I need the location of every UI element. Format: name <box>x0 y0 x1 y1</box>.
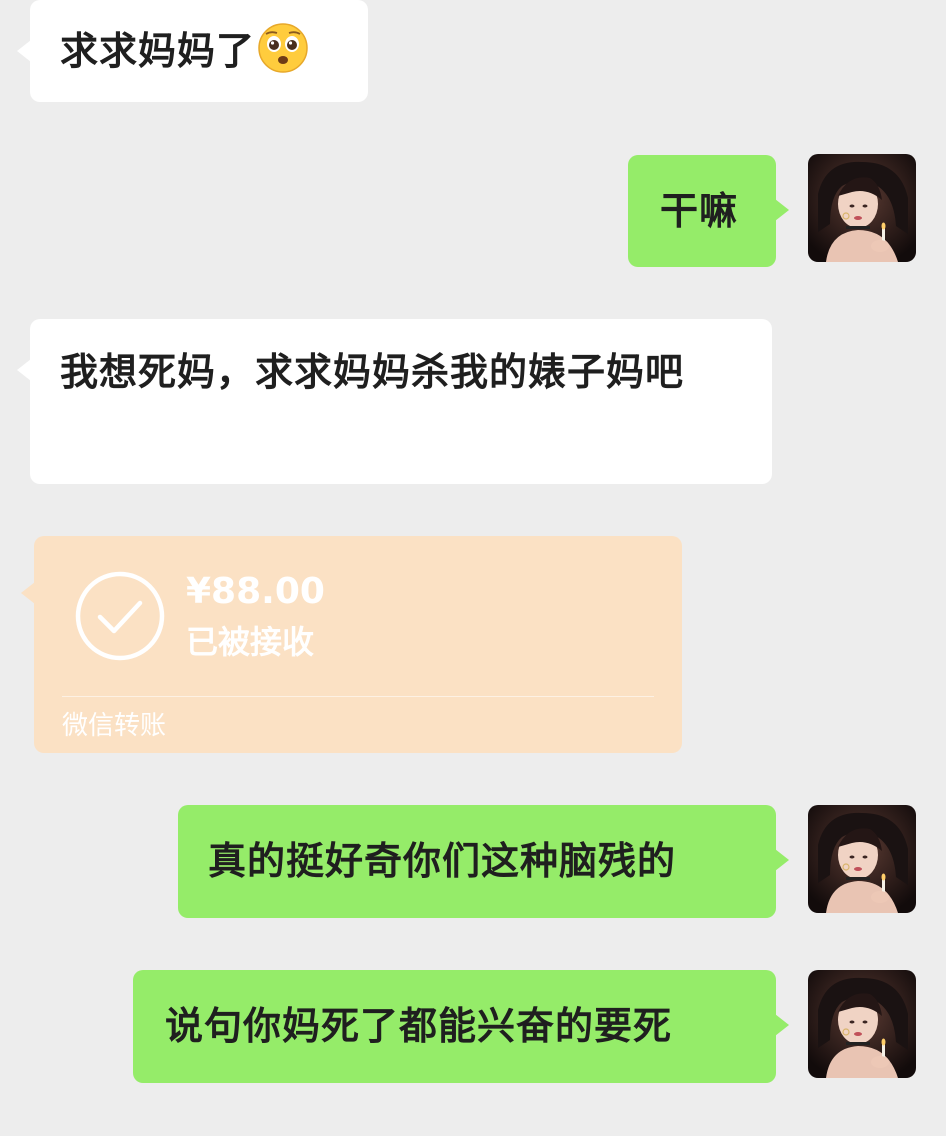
outgoing-message-bubble[interactable]: 真的挺好奇你们这种脑残的 <box>178 805 789 918</box>
transfer-amount: ¥88.00 <box>186 571 325 612</box>
outgoing-message-bubble[interactable]: 干嘛 <box>628 155 789 267</box>
user-avatar-icon <box>808 154 916 262</box>
avatar[interactable] <box>808 970 916 1078</box>
transfer-card[interactable]: ¥88.00 已被接收 微信转账 <box>21 536 682 753</box>
message-text: 真的挺好奇你们这种脑残的 <box>208 839 677 883</box>
outgoing-message-bubble[interactable]: 说句你妈死了都能兴奋的要死 <box>133 970 789 1083</box>
incoming-message-bubble[interactable]: 求求妈妈了 <box>17 0 368 102</box>
avatar[interactable] <box>808 154 916 262</box>
divider <box>62 696 654 697</box>
message-text: 说句你妈死了都能兴奋的要死 <box>165 1004 673 1048</box>
avatar[interactable] <box>808 805 916 913</box>
transfer-status: 已被接收 <box>186 623 315 661</box>
incoming-message-bubble[interactable]: 我想死妈，求求妈妈杀我的婊子妈吧 <box>17 319 772 484</box>
message-text: 我想死妈，求求妈妈杀我的婊子妈吧 <box>60 350 685 394</box>
user-avatar-icon <box>808 805 916 913</box>
pleading-face-emoji-icon <box>258 23 308 73</box>
message-text: 求求妈妈了 <box>60 23 309 73</box>
message-text: 干嘛 <box>660 189 739 233</box>
transfer-footer-label: 微信转账 <box>62 711 167 741</box>
user-avatar-icon <box>808 970 916 1078</box>
check-circle-icon <box>75 571 165 661</box>
